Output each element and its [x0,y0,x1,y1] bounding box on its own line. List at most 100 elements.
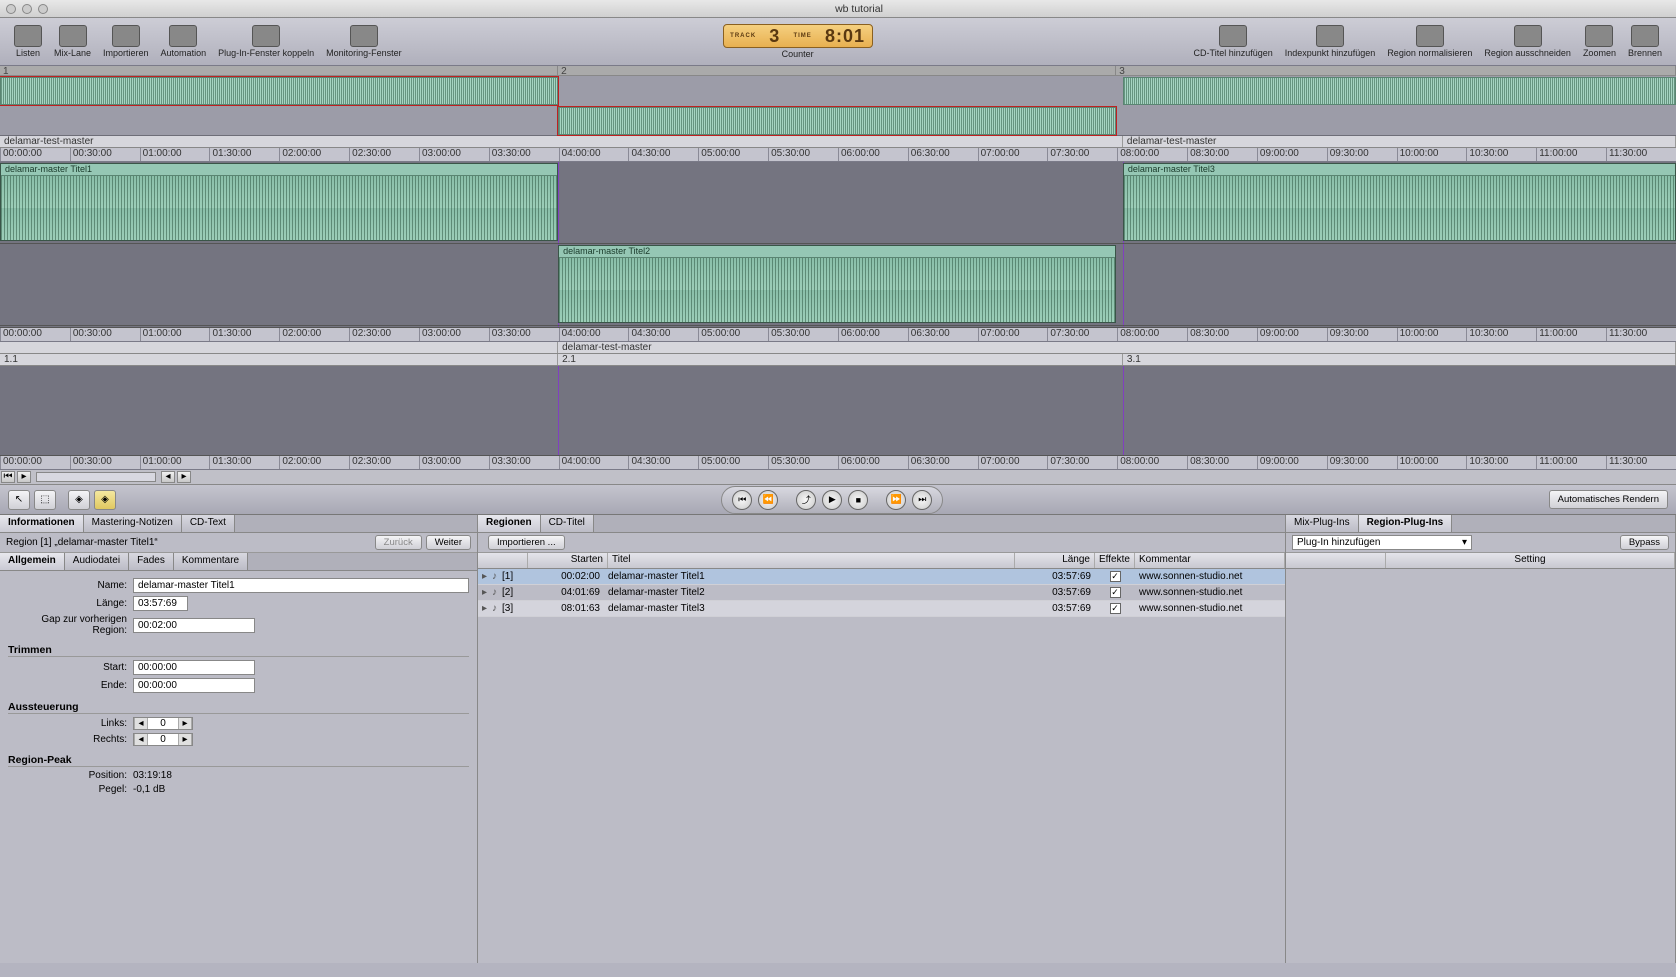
marker-tool-yellow-icon[interactable]: ◈ [94,490,116,510]
ruler-tick: 04:00:00 [559,148,629,161]
toolbar-icon [112,25,140,47]
marker-pane[interactable] [0,366,1676,456]
tab[interactable]: Region-Plug-Ins [1359,515,1453,532]
trim-start-field[interactable] [133,660,255,675]
return-icon[interactable]: ⤴ [796,490,816,510]
tab[interactable]: CD-Titel [541,515,594,532]
toolbar-button[interactable]: Importieren [97,23,155,60]
zoom-slider[interactable] [36,472,156,482]
bottom-panes: InformationenMastering-NotizenCD-Text Re… [0,515,1676,963]
audio-clip-1[interactable]: delamar-master Titel1 [0,163,558,241]
track-area[interactable]: delamar-master Titel1 delamar-master Tit… [0,162,1676,328]
toolbar-label: Region ausschneiden [1484,48,1571,58]
bypass-button[interactable]: Bypass [1620,535,1669,550]
toolbar-label: Importieren [103,48,149,58]
pointer-tool-icon[interactable]: ↖ [8,490,30,510]
tab[interactable]: Informationen [0,515,84,532]
marquee-tool-icon[interactable]: ⬚ [34,490,56,510]
tab[interactable]: Regionen [478,515,541,532]
forward-button[interactable]: Weiter [426,535,471,550]
left-gain-stepper[interactable]: ◂0▸ [133,717,193,730]
tab[interactable]: Allgemein [0,553,65,570]
tab[interactable]: CD-Text [182,515,235,532]
name-field[interactable] [133,578,469,593]
toolbar-button[interactable]: CD-Titel hinzufügen [1188,23,1279,60]
tab[interactable]: Audiodatei [65,553,129,570]
disclosure-icon[interactable]: ▸ [478,603,488,614]
overview-clip-2[interactable] [558,107,1116,135]
audio-clip-2[interactable]: delamar-master Titel2 [558,245,1116,323]
tab[interactable]: Fades [129,553,174,570]
toolbar-button[interactable]: Mix-Lane [48,23,97,60]
toolbar-button[interactable]: Listen [8,23,48,60]
peak-level: -0,1 dB [133,784,165,795]
ruler-tick: 04:30:00 [628,456,698,469]
toolbar-icon [1416,25,1444,47]
toolbar-icon [350,25,378,47]
auto-render-button[interactable]: Automatisches Rendern [1549,490,1668,509]
toolbar-label: Plug-In-Fenster koppeln [218,48,314,58]
toolbar-button[interactable]: Plug-In-Fenster koppeln [212,23,320,60]
table-row[interactable]: ▸♪[3]08:01:63delamar-master Titel303:57:… [478,601,1285,617]
toolbar-icon [1585,25,1613,47]
effects-checkbox[interactable]: ✓ [1110,603,1121,614]
effects-checkbox[interactable]: ✓ [1110,587,1121,598]
effects-checkbox[interactable]: ✓ [1110,571,1121,582]
trim-end-field[interactable] [133,678,255,693]
ruler-tick: 07:00:00 [978,328,1048,341]
gap-field[interactable] [133,618,255,633]
goto-end-icon[interactable]: ⏭ [912,490,932,510]
time-ruler-3[interactable]: 00:00:0000:30:0001:00:0001:30:0002:00:00… [0,456,1676,470]
time-ruler[interactable]: 00:00:0000:30:0001:00:0001:30:0002:00:00… [0,148,1676,162]
table-row[interactable]: ▸♪[1]00:02:00delamar-master Titel103:57:… [478,569,1285,585]
marker-tool-icon[interactable]: ◈ [68,490,90,510]
ruler-tick: 05:00:00 [698,456,768,469]
audio-clip-3[interactable]: delamar-master Titel3 [1123,163,1676,241]
time-ruler-2[interactable]: 00:00:0000:30:0001:00:0001:30:0002:00:00… [0,328,1676,342]
toolbar-icon [169,25,197,47]
toolbar-button[interactable]: Indexpunkt hinzufügen [1279,23,1382,60]
back-button[interactable]: Zurück [375,535,422,550]
toolbar-button[interactable]: Brennen [1622,23,1668,60]
tab[interactable]: Mastering-Notizen [84,515,182,532]
next-marker-icon[interactable]: ⏩ [886,490,906,510]
prev-marker-icon[interactable]: ⏪ [758,490,778,510]
ruler-tick: 01:30:00 [209,148,279,161]
play-icon[interactable]: ▶ [822,490,842,510]
overview-clip-3[interactable] [1123,77,1676,105]
nav-next-icon[interactable]: ▸ [177,471,191,483]
overview-pane[interactable]: 1 2 3 [0,66,1676,136]
ruler-tick: 00:30:00 [70,328,140,341]
toolbar-button[interactable]: Region ausschneiden [1478,23,1577,60]
stop-icon[interactable]: ■ [848,490,868,510]
ruler-tick: 10:30:00 [1466,148,1536,161]
ruler-tick: 02:00:00 [279,328,349,341]
nav-prev-icon[interactable]: ◂ [161,471,175,483]
ruler-tick: 08:00:00 [1117,148,1187,161]
nav-play-icon[interactable]: ▸ [17,471,31,483]
zoom-dot[interactable] [38,4,48,14]
table-row[interactable]: ▸♪[2]04:01:69delamar-master Titel203:57:… [478,585,1285,601]
ruler-tick: 01:30:00 [209,456,279,469]
disclosure-icon[interactable]: ▸ [478,571,488,582]
close-dot[interactable] [6,4,16,14]
add-plugin-select[interactable]: Plug-In hinzufügen [1292,535,1472,550]
minimize-dot[interactable] [22,4,32,14]
ruler-tick: 11:00:00 [1536,328,1606,341]
counter-track-label: TRACK [730,33,756,39]
import-button[interactable]: Importieren ... [488,535,565,550]
toolbar-button[interactable]: Region normalisieren [1381,23,1478,60]
toolbar-button[interactable]: Monitoring-Fenster [320,23,408,60]
goto-start-icon[interactable]: ⏮ [732,490,752,510]
ruler-tick: 09:00:00 [1257,148,1327,161]
nav-rewind-icon[interactable]: ⏮ [1,471,15,483]
transport-controls: ⏮ ⏪ ⤴ ▶ ■ ⏩ ⏭ [721,486,943,514]
toolbar-button[interactable]: Automation [155,23,213,60]
tab[interactable]: Mix-Plug-Ins [1286,515,1359,532]
overview-clip-1[interactable] [0,77,558,105]
right-gain-stepper[interactable]: ◂0▸ [133,733,193,746]
tab[interactable]: Kommentare [174,553,248,570]
ruler-tick: 08:00:00 [1117,328,1187,341]
disclosure-icon[interactable]: ▸ [478,587,488,598]
toolbar-button[interactable]: Zoomen [1577,23,1622,60]
